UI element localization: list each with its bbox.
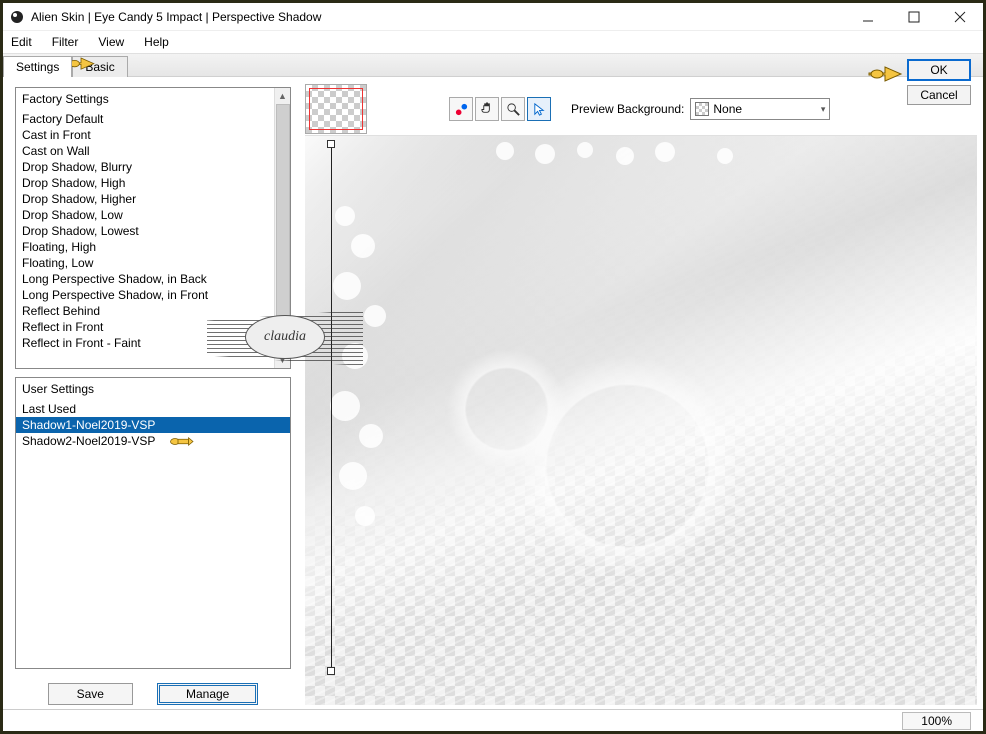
list-item[interactable]: Floating, High [16, 239, 290, 255]
transparency-swatch-icon [695, 102, 709, 116]
list-item[interactable]: Cast in Front [16, 127, 290, 143]
menu-view[interactable]: View [88, 33, 134, 51]
tab-basic[interactable]: Basic [72, 56, 127, 77]
list-item[interactable]: Drop Shadow, Lowest [16, 223, 290, 239]
list-item[interactable]: Cast on Wall [16, 143, 290, 159]
list-item[interactable]: Reflect in Front - Faint [16, 335, 290, 351]
list-item[interactable]: Drop Shadow, Blurry [16, 159, 290, 175]
factory-settings-header: Factory Settings [16, 88, 290, 111]
tool-hand-icon[interactable] [475, 97, 499, 121]
menu-help[interactable]: Help [134, 33, 179, 51]
tool-pointer-icon[interactable] [527, 97, 551, 121]
menubar: Edit Filter View Help [3, 31, 983, 53]
list-item[interactable]: Shadow1-Noel2019-VSP [16, 417, 290, 433]
manage-button[interactable]: Manage [157, 683, 258, 705]
preview-dots-overlay [305, 136, 977, 705]
minimize-button[interactable] [845, 3, 891, 31]
zoom-level: 100% [902, 712, 971, 730]
factory-settings-list[interactable]: Factory Settings Factory DefaultCast in … [15, 87, 291, 369]
preview-toolbar: Preview Background: None ▾ [299, 77, 983, 135]
preview-background-value: None [713, 102, 820, 116]
ok-button[interactable]: OK [907, 59, 971, 81]
list-item[interactable]: Drop Shadow, Low [16, 207, 290, 223]
list-item[interactable]: Long Perspective Shadow, in Back [16, 271, 290, 287]
menu-filter[interactable]: Filter [42, 33, 89, 51]
preview-background-label: Preview Background: [571, 102, 684, 116]
save-button[interactable]: Save [48, 683, 133, 705]
list-item[interactable]: Drop Shadow, High [16, 175, 290, 191]
scroll-down-icon[interactable]: ▼ [275, 352, 291, 368]
titlebar: Alien Skin | Eye Candy 5 Impact | Perspe… [3, 3, 983, 31]
list-item[interactable]: Last Used [16, 401, 290, 417]
tab-settings[interactable]: Settings [3, 56, 72, 77]
list-item[interactable]: Floating, Low [16, 255, 290, 271]
chevron-down-icon: ▾ [821, 104, 826, 115]
user-settings-list[interactable]: User Settings Last UsedShadow1-Noel2019-… [15, 377, 291, 669]
window-title: Alien Skin | Eye Candy 5 Impact | Perspe… [31, 10, 845, 24]
scroll-thumb[interactable] [276, 104, 290, 334]
user-settings-header: User Settings [16, 378, 290, 401]
scroll-up-icon[interactable]: ▲ [275, 88, 291, 104]
crop-guide [331, 140, 332, 675]
tool-zoom-icon[interactable] [501, 97, 525, 121]
statusbar: 100% [3, 709, 983, 731]
list-item[interactable]: Long Perspective Shadow, in Front [16, 287, 290, 303]
settings-panel: Factory Settings Factory DefaultCast in … [3, 77, 299, 709]
app-icon [9, 9, 25, 25]
maximize-button[interactable] [891, 3, 937, 31]
close-button[interactable] [937, 3, 983, 31]
preview-background-select[interactable]: None ▾ [690, 98, 830, 120]
tab-row: Settings Basic [3, 53, 983, 77]
list-item[interactable]: Shadow2-Noel2019-VSP [16, 433, 290, 449]
list-item[interactable]: Drop Shadow, Higher [16, 191, 290, 207]
list-item[interactable]: Reflect in Front [16, 319, 290, 335]
preview-thumbnail[interactable] [305, 84, 367, 134]
menu-edit[interactable]: Edit [7, 33, 42, 51]
crop-handle[interactable] [327, 667, 335, 675]
tool-eyedropper-icon[interactable] [449, 97, 473, 121]
preview-canvas[interactable] [305, 135, 977, 705]
list-item[interactable]: Reflect Behind [16, 303, 290, 319]
list-item[interactable]: Factory Default [16, 111, 290, 127]
scrollbar[interactable]: ▲ ▼ [274, 88, 290, 368]
crop-handle[interactable] [327, 140, 335, 148]
cancel-button[interactable]: Cancel [907, 85, 971, 105]
